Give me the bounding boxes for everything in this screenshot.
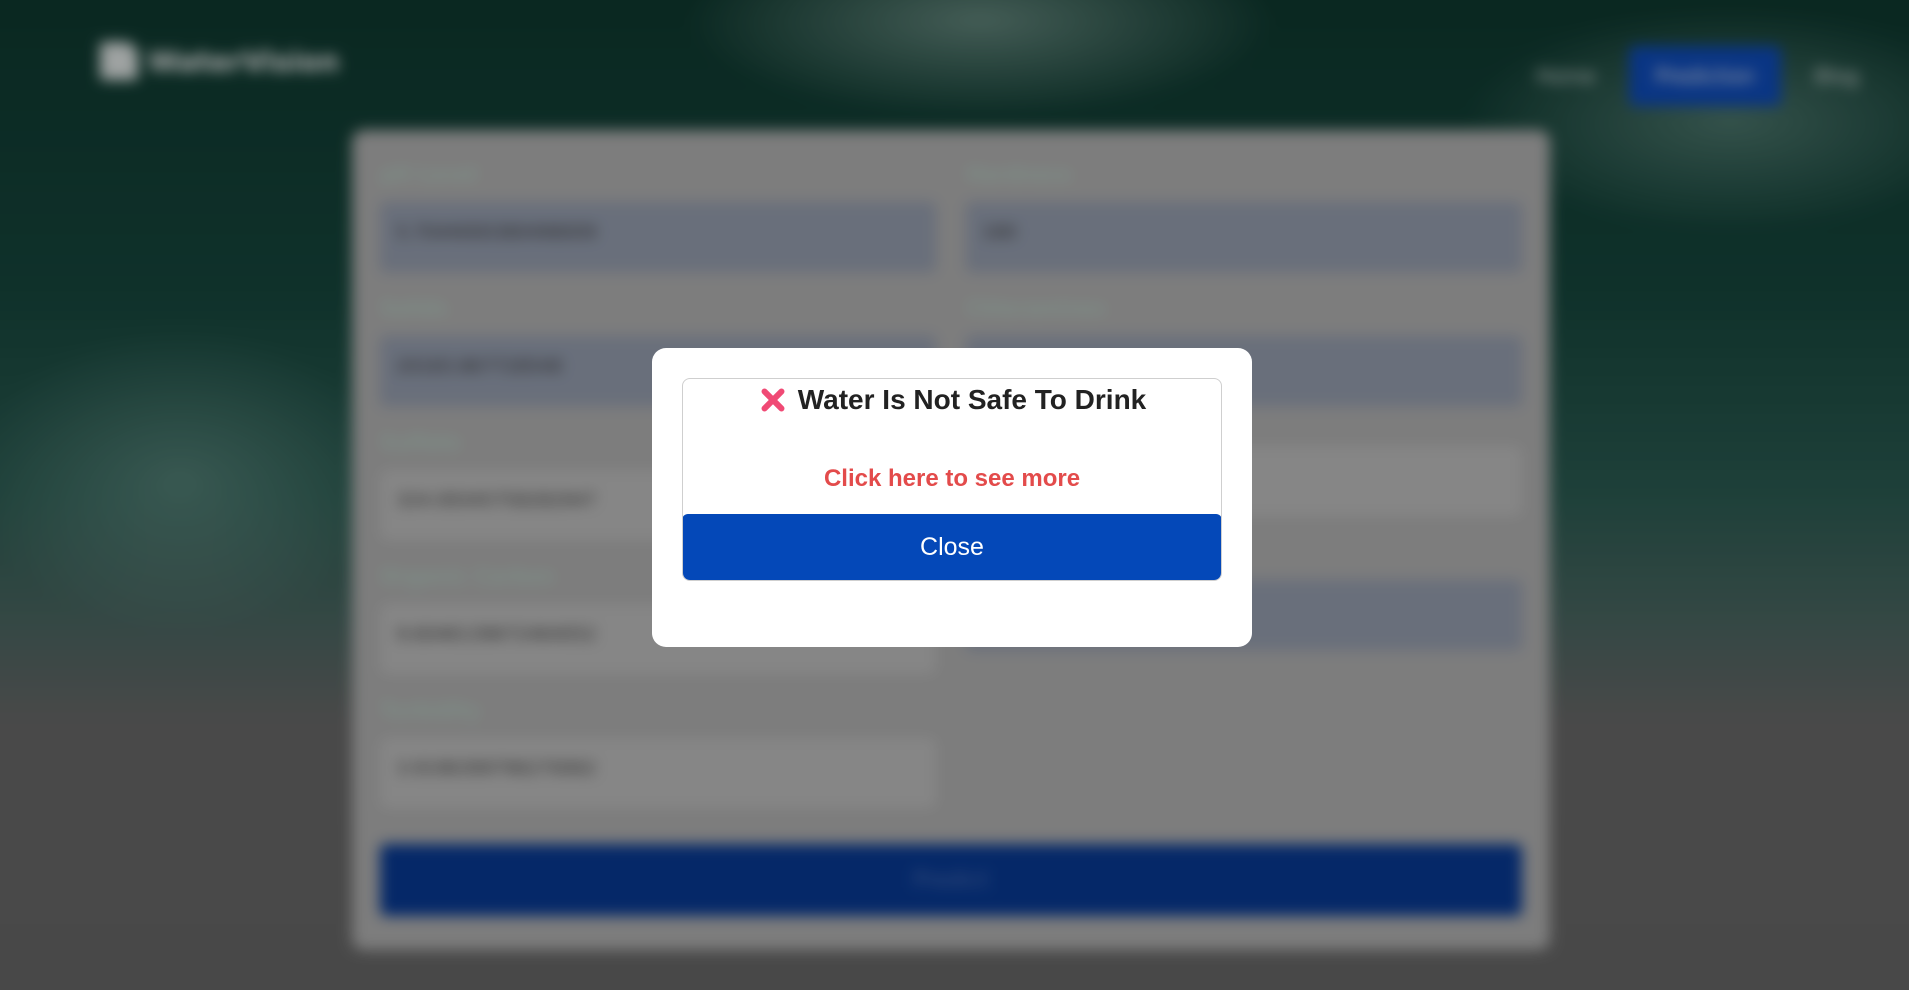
result-modal: Water Is Not Safe To Drink Click here to… [652, 348, 1252, 647]
close-x-icon [758, 385, 788, 415]
close-button[interactable]: Close [683, 514, 1221, 580]
modal-title-text: Water Is Not Safe To Drink [797, 384, 1147, 415]
see-more-link[interactable]: Click here to see more [683, 465, 1221, 493]
modal-title: Water Is Not Safe To Drink [683, 383, 1221, 417]
modal-content: Water Is Not Safe To Drink Click here to… [682, 378, 1222, 581]
